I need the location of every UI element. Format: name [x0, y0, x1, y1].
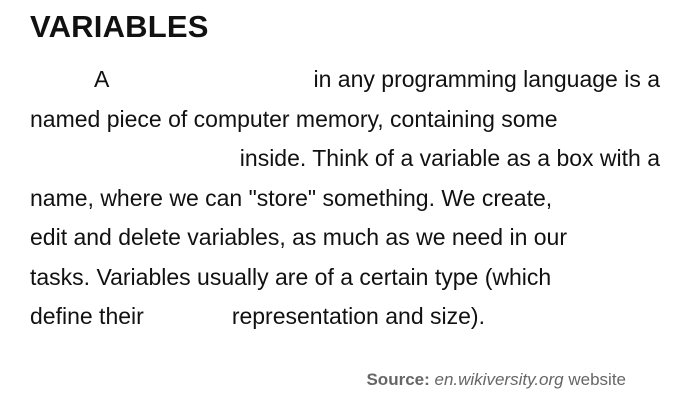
paragraph-line: edit and delete variables, as much as we… — [30, 218, 660, 258]
paragraph-line: A in any programming language is a — [30, 60, 660, 100]
line-text-before: A — [94, 66, 110, 92]
page-title: VARIABLES — [30, 9, 209, 44]
source-credit: Source: en.wikiversity.org website — [366, 370, 626, 390]
blank-gap — [109, 60, 217, 100]
source-site: en.wikiversity.org — [434, 370, 564, 389]
line-text: tasks. Variables usually are of a certai… — [30, 263, 552, 290]
paragraph-line: inside. Think of a variable as a box wit… — [30, 139, 660, 179]
line-text-after: in any programming language is a — [313, 66, 660, 92]
paragraph-line: named piece of computer memory, containi… — [30, 100, 660, 140]
body-paragraph: A in any programming language is a named… — [30, 60, 660, 337]
line-text-before: define their — [30, 303, 144, 329]
line-text: named piece of computer memory, containi… — [30, 105, 558, 132]
line-text: edit and delete variables, as much as we… — [30, 224, 567, 250]
line-text-after: inside. Think of a variable as a box wit… — [239, 145, 660, 171]
source-label: Source: — [366, 370, 430, 389]
blank-gap — [144, 297, 232, 337]
paragraph-line: tasks. Variables usually are of a certai… — [30, 258, 660, 298]
blank-gap — [30, 139, 168, 179]
source-suffix: website — [568, 370, 626, 389]
line-text-after: representation and size). — [231, 303, 485, 329]
paragraph-line: name, where we can "store" something. We… — [30, 179, 660, 219]
paragraph-line: define their representation and size). — [30, 297, 660, 337]
line-text: name, where we can "store" something. We… — [30, 184, 553, 211]
